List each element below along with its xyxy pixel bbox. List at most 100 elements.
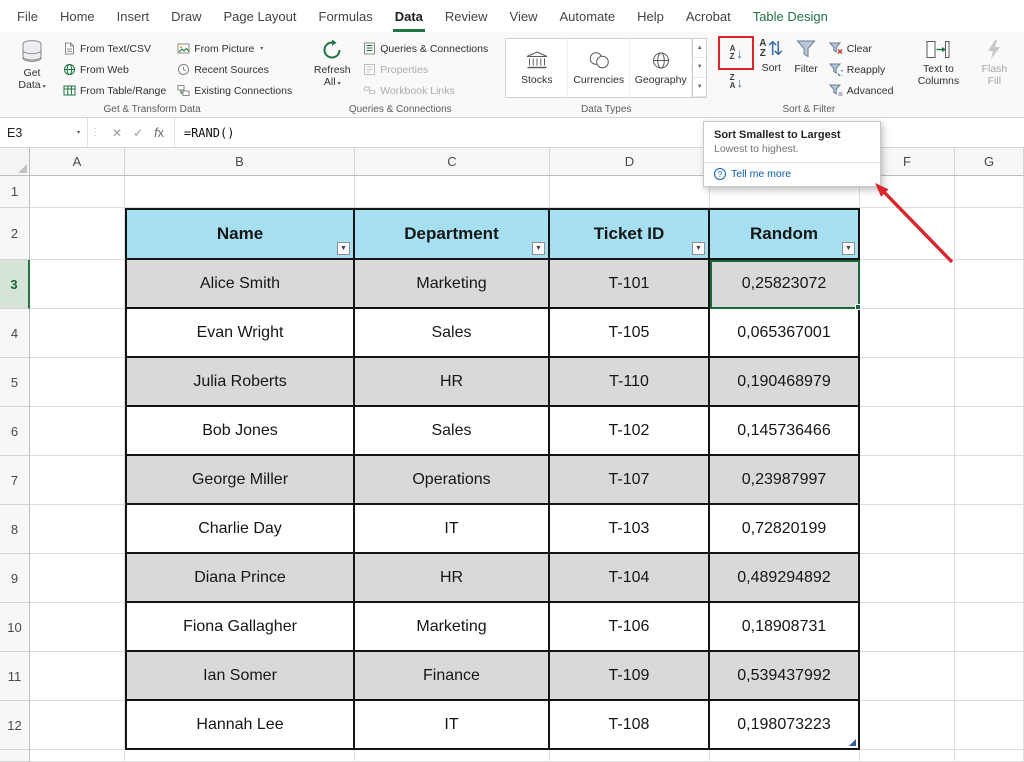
sort-descending-button[interactable]: ZA↓ [721, 70, 751, 94]
row-header-1[interactable]: 1 [0, 176, 30, 208]
table-cell[interactable]: George Miller [125, 456, 355, 505]
table-cell[interactable]: Marketing [355, 260, 550, 309]
table-cell[interactable]: HR [355, 358, 550, 407]
table-header-department[interactable]: Department▼ [355, 208, 550, 260]
row-header-7[interactable]: 7 [0, 456, 30, 505]
cell[interactable] [860, 260, 955, 309]
cell[interactable] [30, 701, 125, 750]
cell[interactable] [955, 407, 1024, 456]
stocks-data-type[interactable]: Stocks [506, 39, 568, 97]
table-cell[interactable]: Diana Prince [125, 554, 355, 603]
column-header-a[interactable]: A [30, 148, 125, 176]
table-resize-handle[interactable] [849, 739, 856, 746]
menu-tab-draw[interactable]: Draw [160, 1, 212, 32]
table-cell[interactable]: T-104 [550, 554, 710, 603]
table-cell[interactable]: Bob Jones [125, 407, 355, 456]
insert-function-icon[interactable]: fx [154, 126, 164, 140]
get-data-button[interactable]: Get Data▾ [9, 36, 55, 92]
clear-filter-button[interactable]: Clear [826, 39, 897, 58]
cell[interactable] [550, 750, 710, 762]
advanced-filter-button[interactable]: Advanced [826, 81, 897, 100]
recent-sources-button[interactable]: Recent Sources [174, 60, 295, 79]
table-cell[interactable]: Charlie Day [125, 505, 355, 554]
gallery-scrollbar[interactable]: ▲ ▼ ▼ [692, 39, 706, 97]
geography-data-type[interactable]: Geography [630, 39, 692, 97]
table-cell[interactable]: 0,190468979 [710, 358, 860, 407]
cell[interactable] [955, 505, 1024, 554]
table-cell[interactable]: 0,065367001 [710, 309, 860, 358]
cell[interactable] [860, 456, 955, 505]
table-cell[interactable]: T-102 [550, 407, 710, 456]
cell[interactable] [860, 358, 955, 407]
cell[interactable] [30, 407, 125, 456]
flash-fill-button[interactable]: Flash Fill [971, 36, 1017, 88]
table-cell[interactable]: Julia Roberts [125, 358, 355, 407]
row-header-3[interactable]: 3 [0, 260, 30, 309]
filter-button[interactable]: Filter [791, 36, 820, 75]
table-cell[interactable]: 0,23987997 [710, 456, 860, 505]
table-cell[interactable]: Finance [355, 652, 550, 701]
menu-tab-help[interactable]: Help [626, 1, 675, 32]
sort-button[interactable]: AZ⇅ Sort [756, 36, 786, 74]
table-cell[interactable]: T-101 [550, 260, 710, 309]
table-cell[interactable]: IT [355, 701, 550, 750]
table-cell[interactable]: T-109 [550, 652, 710, 701]
cell[interactable] [355, 750, 550, 762]
cell[interactable] [355, 176, 550, 208]
from-table-range-button[interactable]: From Table/Range [60, 81, 169, 100]
cancel-entry-icon[interactable]: ✕ [112, 126, 122, 140]
cell[interactable] [30, 750, 125, 762]
menu-tab-formulas[interactable]: Formulas [308, 1, 384, 32]
cell[interactable] [860, 505, 955, 554]
table-cell[interactable]: Fiona Gallagher [125, 603, 355, 652]
table-cell[interactable]: Ian Somer [125, 652, 355, 701]
cell[interactable] [955, 750, 1024, 762]
from-picture-button[interactable]: From Picture ▾ [174, 39, 295, 58]
refresh-all-button[interactable]: Refresh All▾ [309, 36, 355, 89]
cell[interactable] [30, 358, 125, 407]
column-header-b[interactable]: B [125, 148, 355, 176]
formula-input[interactable]: =RAND() [175, 118, 1024, 147]
menu-tab-acrobat[interactable]: Acrobat [675, 1, 742, 32]
table-cell[interactable]: 0,18908731 [710, 603, 860, 652]
menu-tab-home[interactable]: Home [49, 1, 106, 32]
table-cell[interactable]: HR [355, 554, 550, 603]
column-header-d[interactable]: D [550, 148, 710, 176]
filter-dropdown-icon[interactable]: ▼ [842, 242, 855, 255]
from-text-csv-button[interactable]: From Text/CSV [60, 39, 169, 58]
table-cell[interactable]: IT [355, 505, 550, 554]
cell[interactable] [955, 652, 1024, 701]
selected-cell-e3[interactable]: 0,25823072 [710, 260, 860, 309]
menu-tab-insert[interactable]: Insert [106, 1, 161, 32]
cell[interactable] [550, 176, 710, 208]
cell[interactable] [955, 208, 1024, 260]
cell[interactable] [30, 505, 125, 554]
gallery-more-icon[interactable]: ▼ [693, 78, 706, 97]
formula-bar-splitter[interactable]: ⋮ [88, 118, 102, 147]
cell[interactable] [30, 456, 125, 505]
table-cell[interactable]: T-107 [550, 456, 710, 505]
row-header-2[interactable]: 2 [0, 208, 30, 260]
row-header-4[interactable]: 4 [0, 309, 30, 358]
menu-tab-file[interactable]: File [6, 1, 49, 32]
filter-dropdown-icon[interactable]: ▼ [692, 242, 705, 255]
reapply-filter-button[interactable]: Reapply [826, 60, 897, 79]
menu-tab-automate[interactable]: Automate [548, 1, 626, 32]
existing-connections-button[interactable]: Existing Connections [174, 81, 295, 100]
row-header-13[interactable] [0, 750, 30, 762]
table-cell[interactable]: T-110 [550, 358, 710, 407]
table-cell[interactable]: T-108 [550, 701, 710, 750]
cell[interactable] [955, 260, 1024, 309]
select-all-corner[interactable] [0, 148, 30, 176]
table-cell[interactable]: Hannah Lee [125, 701, 355, 750]
text-to-columns-button[interactable]: Text to Columns [910, 36, 966, 88]
cell[interactable] [860, 701, 955, 750]
menu-tab-review[interactable]: Review [434, 1, 499, 32]
table-cell[interactable]: T-105 [550, 309, 710, 358]
cell[interactable] [955, 603, 1024, 652]
cell[interactable] [30, 554, 125, 603]
row-header-8[interactable]: 8 [0, 505, 30, 554]
cell[interactable] [860, 407, 955, 456]
cell[interactable] [955, 176, 1024, 208]
row-header-5[interactable]: 5 [0, 358, 30, 407]
